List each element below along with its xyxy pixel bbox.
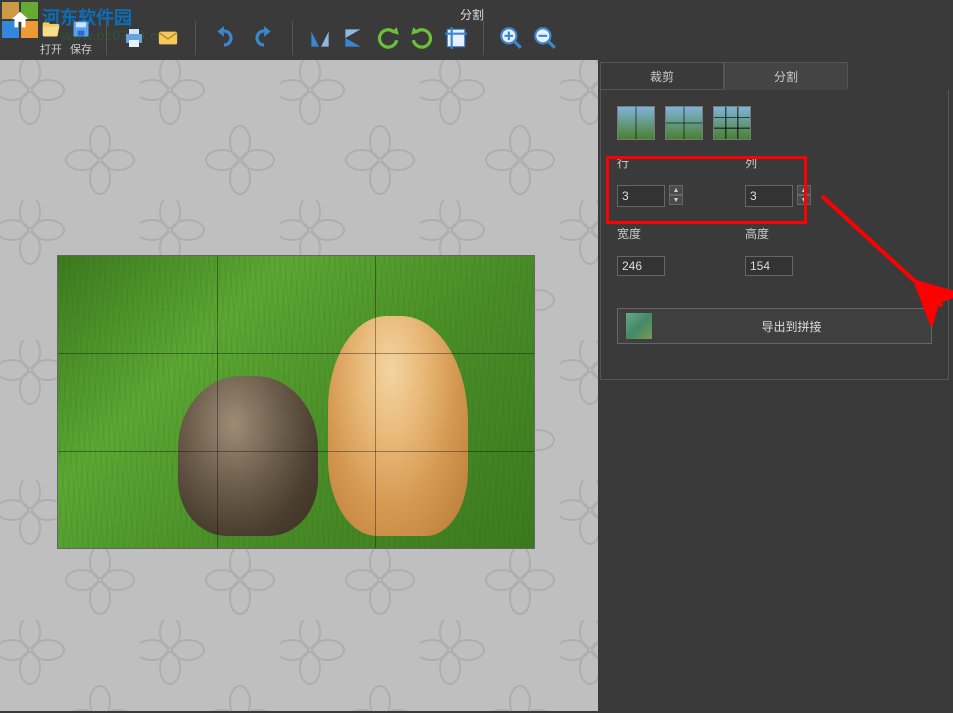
save-label: 保存 (70, 41, 92, 57)
flip-horizontal-button[interactable] (341, 25, 367, 51)
separator (195, 21, 196, 55)
tab-split[interactable]: 分割 (724, 62, 848, 90)
preset-2x2[interactable] (665, 106, 703, 140)
height-label: 高度 (745, 225, 825, 242)
save-button[interactable]: 保存 (70, 19, 92, 57)
cols-up[interactable]: ▲ (797, 185, 811, 195)
crop-button[interactable] (443, 25, 469, 51)
canvas-area[interactable] (0, 60, 598, 711)
rows-input[interactable] (617, 185, 665, 207)
separator (292, 21, 293, 55)
flip-vertical-button[interactable] (307, 25, 333, 51)
export-thumb-icon (626, 313, 652, 339)
height-input[interactable] (745, 256, 793, 276)
rotate-left-button[interactable] (375, 25, 401, 51)
tab-crop[interactable]: 裁剪 (600, 62, 724, 90)
width-label: 宽度 (617, 225, 697, 242)
cols-input[interactable] (745, 185, 793, 207)
undo-button[interactable] (210, 25, 240, 51)
rotate-right-button[interactable] (409, 25, 435, 51)
rows-down[interactable]: ▼ (669, 195, 683, 205)
export-label: 导出到拼接 (660, 318, 923, 335)
width-input[interactable] (617, 256, 665, 276)
right-panel: 裁剪 分割 行 列 ▲ ▼ (600, 62, 949, 713)
open-label: 打开 (40, 41, 62, 57)
toolbar: 打开 保存 (0, 18, 953, 58)
separator (483, 21, 484, 55)
print-button[interactable] (121, 26, 147, 50)
zoom-in-button[interactable] (498, 25, 524, 51)
cols-label: 列 (745, 154, 825, 171)
email-button[interactable] (155, 27, 181, 49)
cols-down[interactable]: ▼ (797, 195, 811, 205)
rows-up[interactable]: ▲ (669, 185, 683, 195)
image-preview[interactable] (57, 255, 535, 549)
separator (106, 21, 107, 55)
redo-button[interactable] (248, 25, 278, 51)
export-to-stitch-button[interactable]: 导出到拼接 (617, 308, 932, 344)
preset-3x3[interactable] (713, 106, 751, 140)
zoom-out-button[interactable] (532, 25, 558, 51)
rows-label: 行 (617, 154, 697, 171)
open-button[interactable]: 打开 (40, 19, 62, 57)
preset-1x2[interactable] (617, 106, 655, 140)
